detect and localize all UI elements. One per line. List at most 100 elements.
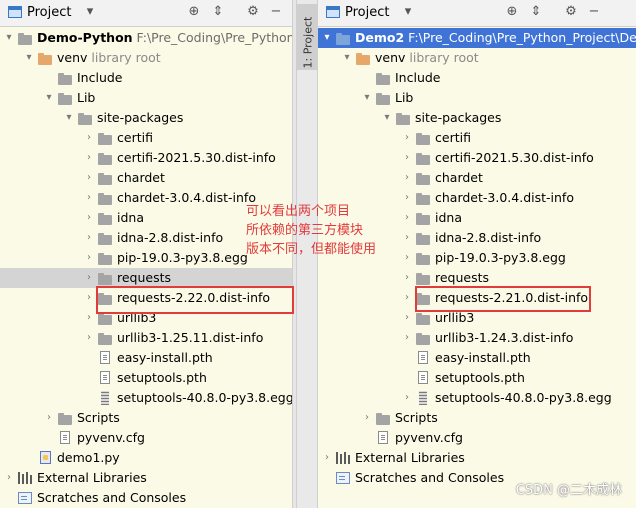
tree-row[interactable]: › certifi-2021.5.30.dist-info bbox=[318, 148, 636, 168]
tree-row[interactable]: easy-install.pth bbox=[318, 348, 636, 368]
tree-row[interactable]: ▾ Lib bbox=[318, 88, 636, 108]
chevron-down-icon[interactable]: ▾ bbox=[322, 30, 332, 46]
tree-row[interactable]: › chardet bbox=[318, 168, 636, 188]
chevron-down-icon[interactable]: ▾ bbox=[24, 50, 34, 66]
collapse-all-icon[interactable]: ⇕ bbox=[528, 4, 544, 20]
project-view-title[interactable]: Project bbox=[345, 5, 389, 20]
chevron-right-icon[interactable]: › bbox=[402, 230, 412, 246]
tree-row[interactable]: pyvenv.cfg bbox=[318, 428, 636, 448]
tree-row-label: pip-19.0.3-py3.8.egg bbox=[435, 250, 566, 266]
tree-row[interactable]: › Scripts bbox=[318, 408, 636, 428]
tab-project[interactable]: 1: Project bbox=[297, 4, 318, 70]
tree-row[interactable]: ▾ site-packages bbox=[318, 108, 636, 128]
tree-row-label: chardet bbox=[435, 170, 483, 186]
tree-row[interactable]: › urllib3-1.25.11.dist-info bbox=[0, 328, 292, 348]
tree-item-name: Scratches and Consoles bbox=[355, 470, 505, 485]
chevron-down-icon[interactable]: ▾ bbox=[82, 4, 98, 20]
folder-icon bbox=[78, 111, 93, 125]
tree-row[interactable]: Scratches and Consoles bbox=[0, 488, 292, 508]
chevron-down-icon[interactable]: ▾ bbox=[4, 30, 14, 46]
chevron-down-icon[interactable]: ▾ bbox=[362, 90, 372, 106]
chevron-down-icon[interactable]: ▾ bbox=[382, 110, 392, 126]
chevron-right-icon[interactable]: › bbox=[362, 410, 372, 426]
chevron-right-icon[interactable]: › bbox=[84, 230, 94, 246]
tree-row[interactable]: setuptools.pth bbox=[0, 368, 292, 388]
project-view-title[interactable]: Project bbox=[27, 5, 71, 20]
text-file-icon bbox=[416, 351, 431, 365]
chevron-right-icon[interactable]: › bbox=[402, 390, 412, 406]
minimize-icon[interactable]: − bbox=[586, 4, 602, 20]
tree-row[interactable]: ▾ site-packages bbox=[0, 108, 292, 128]
chevron-right-icon[interactable]: › bbox=[402, 150, 412, 166]
chevron-right-icon[interactable]: › bbox=[84, 210, 94, 226]
tree-row[interactable]: ▾ venv library root bbox=[0, 48, 292, 68]
chevron-right-icon[interactable]: › bbox=[402, 330, 412, 346]
folder-icon bbox=[98, 331, 113, 345]
tree-row[interactable]: › requests bbox=[318, 268, 636, 288]
tree-row-label: certifi bbox=[435, 130, 471, 146]
tree-item-name: idna-2.8.dist-info bbox=[435, 230, 542, 245]
chevron-right-icon[interactable]: › bbox=[84, 190, 94, 206]
tree-row[interactable]: › chardet bbox=[0, 168, 292, 188]
chevron-right-icon[interactable]: › bbox=[84, 290, 94, 306]
chevron-right-icon[interactable]: › bbox=[402, 170, 412, 186]
tree-row[interactable]: › certifi bbox=[0, 128, 292, 148]
chevron-right-icon[interactable]: › bbox=[84, 310, 94, 326]
chevron-right-icon[interactable]: › bbox=[402, 270, 412, 286]
collapse-all-icon[interactable]: ⇕ bbox=[210, 4, 226, 20]
tree-row[interactable]: demo1.py bbox=[0, 448, 292, 468]
chevron-right-icon[interactable]: › bbox=[402, 190, 412, 206]
tree-row-label: setuptools-40.8.0-py3.8.egg bbox=[117, 390, 292, 406]
tree-row[interactable]: setuptools.pth bbox=[318, 368, 636, 388]
tree-row[interactable]: easy-install.pth bbox=[0, 348, 292, 368]
chevron-right-icon[interactable]: › bbox=[44, 410, 54, 426]
text-file-icon bbox=[376, 431, 391, 445]
folder-icon bbox=[98, 131, 113, 145]
chevron-right-icon[interactable]: › bbox=[402, 310, 412, 326]
folder-icon bbox=[416, 211, 431, 225]
chevron-right-icon[interactable]: › bbox=[322, 450, 332, 466]
tree-item-name: site-packages bbox=[97, 110, 184, 125]
tree-row[interactable]: › certifi bbox=[318, 128, 636, 148]
tree-row[interactable]: › certifi-2021.5.30.dist-info bbox=[0, 148, 292, 168]
chevron-right-icon[interactable]: › bbox=[84, 170, 94, 186]
tree-row[interactable]: Include bbox=[318, 68, 636, 88]
tree-row[interactable]: › External Libraries bbox=[0, 468, 292, 488]
tree-row[interactable]: › requests bbox=[0, 268, 292, 288]
tree-row[interactable]: › Scripts bbox=[0, 408, 292, 428]
tree-row[interactable]: › setuptools-40.8.0-py3.8.egg bbox=[318, 388, 636, 408]
tree-row[interactable]: › External Libraries bbox=[318, 448, 636, 468]
gear-icon[interactable]: ⚙ bbox=[563, 4, 579, 20]
tree-row[interactable]: ▾ Demo2 F:\Pre_Coding\Pre_Python_Project\… bbox=[318, 28, 636, 48]
chevron-right-icon[interactable]: › bbox=[402, 290, 412, 306]
minimize-icon[interactable]: − bbox=[268, 4, 284, 20]
tree-item-name: site-packages bbox=[415, 110, 502, 125]
chevron-down-icon[interactable]: ▾ bbox=[342, 50, 352, 66]
tree-row[interactable]: ▾ venv library root bbox=[318, 48, 636, 68]
chevron-right-icon[interactable]: › bbox=[84, 150, 94, 166]
tree-row[interactable]: Include bbox=[0, 68, 292, 88]
chevron-right-icon[interactable]: › bbox=[84, 270, 94, 286]
chevron-right-icon[interactable]: › bbox=[84, 130, 94, 146]
python-file-icon bbox=[38, 451, 53, 465]
chevron-right-icon[interactable]: › bbox=[402, 250, 412, 266]
chevron-right-icon[interactable]: › bbox=[4, 470, 14, 486]
tree-row[interactable]: pyvenv.cfg bbox=[0, 428, 292, 448]
tree-row[interactable]: ▾ Demo-Python F:\Pre_Coding\Pre_Python_Pr… bbox=[0, 28, 292, 48]
chevron-right-icon[interactable]: › bbox=[402, 210, 412, 226]
tree-row[interactable]: ▾ Lib bbox=[0, 88, 292, 108]
tree-row-label: requests bbox=[117, 270, 171, 286]
gear-icon[interactable]: ⚙ bbox=[245, 4, 261, 20]
chevron-down-icon[interactable]: ▾ bbox=[44, 90, 54, 106]
tree-row[interactable]: › urllib3-1.24.3.dist-info bbox=[318, 328, 636, 348]
chevron-right-icon[interactable]: › bbox=[84, 330, 94, 346]
chevron-right-icon[interactable]: › bbox=[84, 250, 94, 266]
locate-target-icon[interactable]: ⊕ bbox=[504, 4, 520, 20]
tree-row[interactable]: setuptools-40.8.0-py3.8.egg bbox=[0, 388, 292, 408]
tree-row-label: site-packages bbox=[415, 110, 501, 126]
annotation-text: 可以看出两个项目 所依赖的第三方模块 版本不同，但都能使用 bbox=[246, 202, 376, 259]
chevron-right-icon[interactable]: › bbox=[402, 130, 412, 146]
locate-target-icon[interactable]: ⊕ bbox=[186, 4, 202, 20]
chevron-down-icon[interactable]: ▾ bbox=[400, 4, 416, 20]
chevron-down-icon[interactable]: ▾ bbox=[64, 110, 74, 126]
